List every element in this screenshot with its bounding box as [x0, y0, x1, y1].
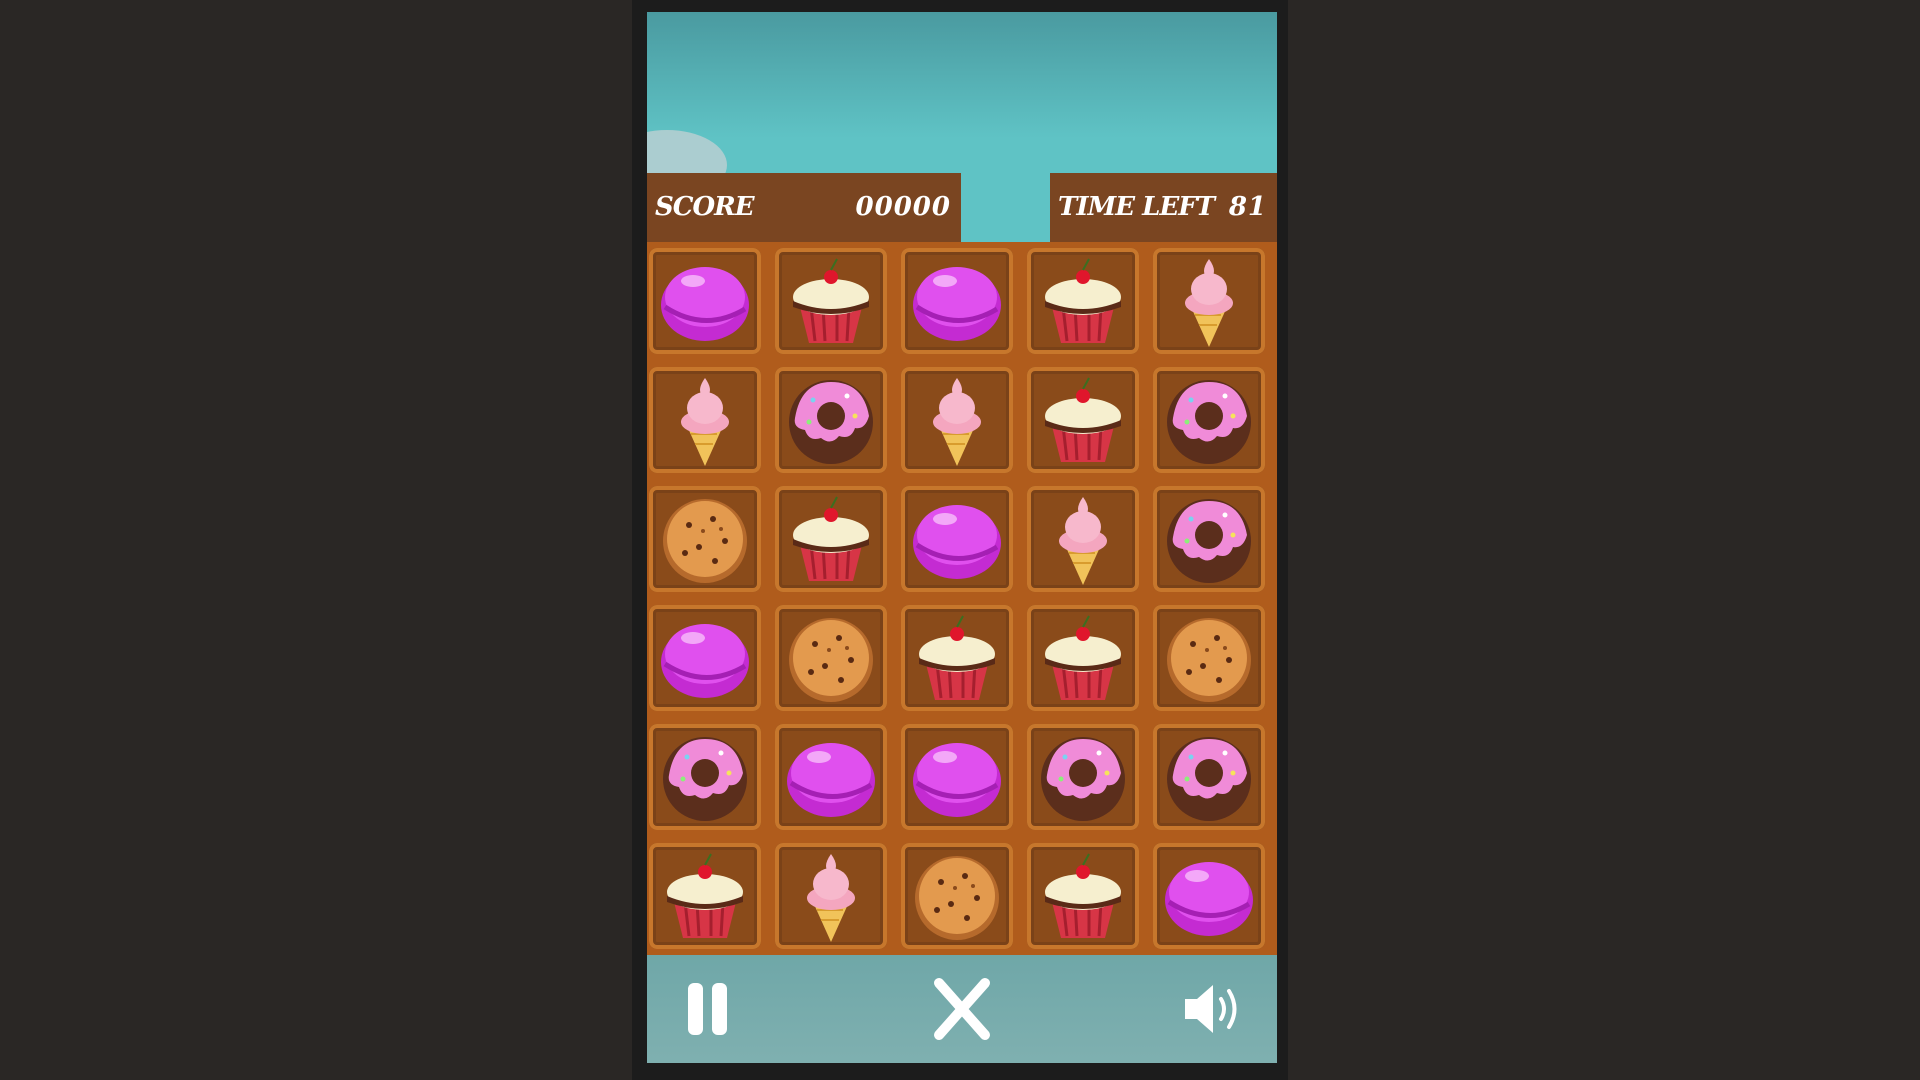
cupcake-icon: [667, 853, 743, 938]
macaron-icon: [913, 267, 1001, 341]
board-tile-macaron[interactable]: [901, 248, 1013, 354]
macaron-icon: [913, 505, 1001, 579]
donut-icon: [1167, 499, 1251, 583]
board-tile-cupcake[interactable]: [1027, 248, 1139, 354]
score-value: 00000: [855, 192, 951, 222]
game-screen: SCORE 00000 TIME LEFT 81: [647, 12, 1277, 1063]
board-tile-cupcake[interactable]: [649, 843, 761, 949]
cupcake-icon: [1045, 377, 1121, 462]
macaron-icon: [661, 624, 749, 698]
macaron-icon: [661, 267, 749, 341]
score-label: SCORE: [655, 192, 755, 222]
score-panel: SCORE 00000: [647, 173, 961, 242]
time-left-panel: TIME LEFT 81: [1050, 173, 1277, 242]
cupcake-icon: [1045, 853, 1121, 938]
board-tile-cookie[interactable]: [649, 486, 761, 592]
board-tile-macaron[interactable]: [901, 486, 1013, 592]
time-left-label: TIME LEFT: [1058, 192, 1215, 222]
sound-button[interactable]: [1177, 977, 1247, 1041]
control-bar: [647, 955, 1277, 1063]
board-tile-cookie[interactable]: [901, 843, 1013, 949]
icecream-icon: [681, 378, 729, 466]
board-tile-cupcake[interactable]: [775, 486, 887, 592]
board-tile-macaron[interactable]: [775, 724, 887, 830]
board-tile-donut[interactable]: [1153, 486, 1265, 592]
icecream-icon: [807, 854, 855, 942]
board-tile-cupcake[interactable]: [1027, 605, 1139, 711]
board-tile-icecream[interactable]: [775, 843, 887, 949]
cupcake-icon: [1045, 615, 1121, 700]
cupcake-icon: [793, 258, 869, 343]
board-tile-macaron[interactable]: [649, 605, 761, 711]
icecream-icon: [933, 378, 981, 466]
time-left-value: 81: [1228, 192, 1267, 222]
board-tile-donut[interactable]: [1027, 724, 1139, 830]
board-tile-macaron[interactable]: [649, 248, 761, 354]
donut-icon: [663, 737, 747, 821]
board-tile-cookie[interactable]: [775, 605, 887, 711]
macaron-icon: [1165, 862, 1253, 936]
donut-icon: [1041, 737, 1125, 821]
donut-icon: [1167, 380, 1251, 464]
board-tile-donut[interactable]: [649, 724, 761, 830]
cookie-icon: [1167, 618, 1251, 702]
board-tile-icecream[interactable]: [1153, 248, 1265, 354]
donut-icon: [1167, 737, 1251, 821]
board-tile-donut[interactable]: [1153, 367, 1265, 473]
cookie-icon: [915, 856, 999, 940]
board-tile-macaron[interactable]: [901, 724, 1013, 830]
board-tile-cupcake[interactable]: [1027, 843, 1139, 949]
board-tile-icecream[interactable]: [649, 367, 761, 473]
pause-button[interactable]: [680, 977, 750, 1041]
board-tile-cookie[interactable]: [1153, 605, 1265, 711]
close-icon: [934, 978, 990, 1040]
cookie-icon: [663, 499, 747, 583]
icecream-icon: [1059, 497, 1107, 585]
macaron-icon: [913, 743, 1001, 817]
board-tile-macaron[interactable]: [1153, 843, 1265, 949]
board-tile-donut[interactable]: [1153, 724, 1265, 830]
board-tile-icecream[interactable]: [901, 367, 1013, 473]
pause-icon: [688, 983, 727, 1035]
speaker-icon: [1185, 985, 1237, 1033]
board-tile-icecream[interactable]: [1027, 486, 1139, 592]
cookie-icon: [789, 618, 873, 702]
cupcake-icon: [793, 496, 869, 581]
macaron-icon: [787, 743, 875, 817]
board-tile-cupcake[interactable]: [1027, 367, 1139, 473]
donut-icon: [789, 380, 873, 464]
board-tile-cupcake[interactable]: [901, 605, 1013, 711]
game-board: [647, 242, 1277, 955]
cupcake-icon: [919, 615, 995, 700]
cupcake-icon: [1045, 258, 1121, 343]
board-tile-cupcake[interactable]: [775, 248, 887, 354]
board-tile-donut[interactable]: [775, 367, 887, 473]
icecream-icon: [1185, 259, 1233, 347]
close-button[interactable]: [927, 977, 997, 1041]
